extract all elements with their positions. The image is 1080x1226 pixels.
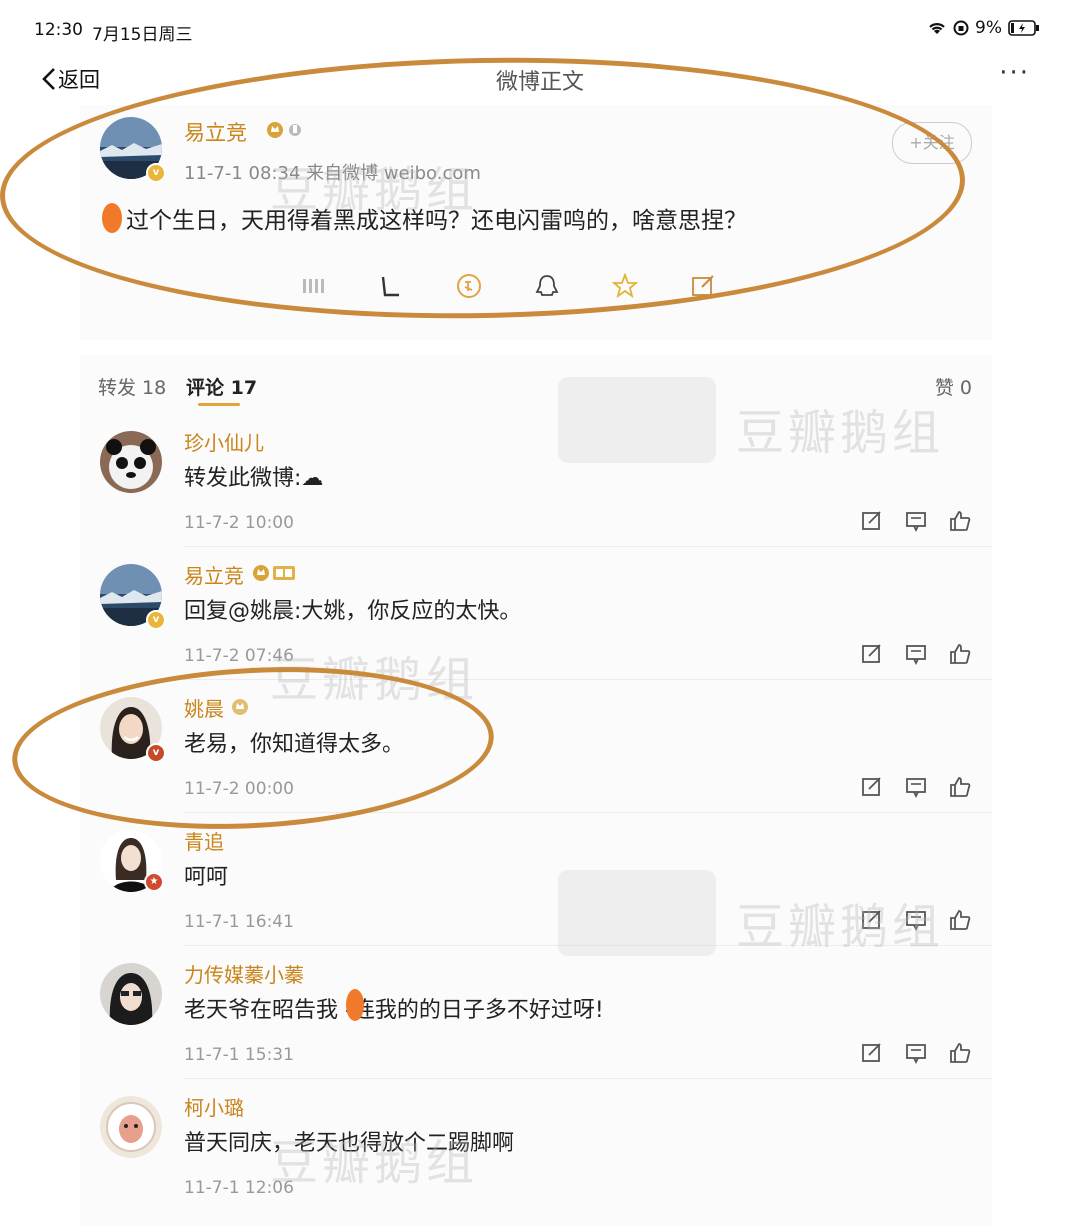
crown-badge-icon: [267, 122, 301, 138]
comment-text: 普天同庆，老天也得放个二踢脚啊: [184, 1131, 515, 1156]
comment-icon[interactable]: [904, 509, 928, 533]
comment-icon[interactable]: [904, 1041, 928, 1065]
comment-time: 11-7-1 16:41: [184, 912, 294, 932]
comment-time: 11-7-2 07:46: [184, 646, 294, 666]
crown-badge-icon: [232, 699, 248, 715]
like-thumb-icon[interactable]: [948, 642, 972, 666]
reply-edit-icon[interactable]: [860, 775, 884, 799]
comment-icon[interactable]: [904, 908, 928, 932]
commenter-name[interactable]: 珍小仙儿: [184, 427, 264, 456]
comment-icon[interactable]: [904, 775, 928, 799]
post-card: v 易立竞 11-7-1 08:34 来自微博 weibo.com 过个生日，天…: [80, 105, 992, 340]
commenter-name[interactable]: 柯小璐: [184, 1092, 244, 1121]
comment-actions: [860, 775, 972, 799]
comment-actions: [860, 509, 972, 533]
verified-badge-icon: v: [146, 743, 166, 763]
share-icon[interactable]: [378, 273, 404, 299]
lock-rotation-icon: [953, 20, 969, 36]
status-indicators: 9%: [927, 18, 1040, 38]
commenter-name[interactable]: 姚晨: [184, 693, 224, 722]
favorite-star-icon[interactable]: [611, 272, 639, 299]
comment-text: 转发此微博:☁: [184, 466, 324, 491]
nav-bar: 返回 微博正文 ···: [0, 58, 1080, 100]
reply-edit-icon[interactable]: [860, 642, 884, 666]
verified-badge-icon: v: [146, 163, 166, 183]
like-thumb-icon[interactable]: [948, 509, 972, 533]
redaction-blot: [102, 203, 122, 233]
comment-item: 柯小璐 普天同庆，老天也得放个二踢脚啊 11-7-1 12:06: [80, 1078, 992, 1211]
wifi-icon: [929, 23, 945, 34]
more-options-button[interactable]: ···: [999, 58, 1030, 88]
reply-edit-icon[interactable]: [860, 509, 884, 533]
commenter-avatar[interactable]: [100, 431, 162, 493]
weibo-share-icon[interactable]: [456, 273, 482, 299]
post-author-name[interactable]: 易立竞: [184, 117, 247, 147]
follow-button[interactable]: +关注: [892, 122, 972, 164]
like-thumb-icon[interactable]: [948, 908, 972, 932]
comment-icon[interactable]: [904, 642, 928, 666]
qq-icon[interactable]: [534, 273, 560, 299]
post-action-bar: [300, 272, 716, 299]
comment-item: ★ 青追 呵呵 11-7-1 16:41: [80, 812, 992, 945]
comment-text: 回复@姚晨:大姚，你反应的太快。: [184, 599, 522, 624]
commenter-name[interactable]: 青追: [184, 826, 224, 855]
commenter-avatar[interactable]: [100, 963, 162, 1025]
status-time: 12:30: [34, 20, 83, 40]
comment-actions: [860, 642, 972, 666]
redaction-blot: [346, 989, 364, 1021]
comment-item: 珍小仙儿 转发此微博:☁ 11-7-2 10:00: [80, 413, 992, 546]
comment-time: 11-7-1 12:06: [184, 1178, 294, 1198]
status-date: 7月15日周三: [92, 25, 193, 45]
comment-actions: [860, 1041, 972, 1065]
comment-time: 11-7-1 15:31: [184, 1045, 294, 1065]
tab-repost[interactable]: 转发 18: [98, 373, 166, 400]
reply-edit-icon[interactable]: [860, 908, 884, 932]
like-thumb-icon[interactable]: [948, 775, 972, 799]
tab-like[interactable]: 赞 0: [935, 373, 972, 400]
edit-icon[interactable]: [690, 273, 716, 299]
tab-comment[interactable]: 评论 17: [186, 373, 257, 400]
battery-icon: [1008, 20, 1039, 36]
comment-actions: [860, 908, 972, 932]
commenter-avatar[interactable]: [100, 1096, 162, 1158]
comment-text: 呵呵: [184, 865, 229, 890]
verified-badge-icon: ★: [144, 872, 164, 892]
active-tab-indicator: [198, 403, 240, 406]
commenter-name[interactable]: 力传媒蓁小蓁: [184, 959, 304, 988]
post-meta: 11-7-1 08:34 来自微博 weibo.com: [184, 163, 481, 184]
status-bar: 12:30 7月15日周三 9%: [0, 0, 1080, 58]
battery-percent: 9%: [975, 18, 1002, 38]
comment-time: 11-7-2 10:00: [184, 513, 294, 533]
post-text: 过个生日，天用得着黑成这样吗？还电闪雷鸣的，啥意思捏？: [126, 208, 747, 234]
page-title: 微博正文: [495, 70, 584, 95]
comments-card: 转发 18 评论 17 赞 0 珍小仙儿 转发此微博:☁ 11-7-2 10:0…: [80, 355, 992, 1226]
comment-tabs: 转发 18 评论 17 赞 0: [80, 355, 992, 413]
repost-icon[interactable]: [300, 273, 326, 299]
commenter-name[interactable]: 易立竞: [184, 560, 244, 589]
comment-text: 老天爷在昭告我 -连我的的日子多不好过呀!: [184, 998, 604, 1023]
comment-time: 11-7-2 00:00: [184, 779, 294, 799]
verified-badge-icon: v: [146, 610, 166, 630]
comment-item: 力传媒蓁小蓁 老天爷在昭告我 -连我的的日子多不好过呀! 11-7-1 15:3…: [80, 945, 992, 1078]
comment-item: v 易立竞 回复@姚晨:大姚，你反应的太快。 11-7-2 07:46: [80, 546, 992, 679]
reply-edit-icon[interactable]: [860, 1041, 884, 1065]
like-thumb-icon[interactable]: [948, 1041, 972, 1065]
comment-text: 老易，你知道得太多。: [184, 732, 405, 757]
crown-badge-icon: [253, 565, 295, 581]
comment-item: v 姚晨 老易，你知道得太多。 11-7-2 00:00: [80, 679, 992, 812]
